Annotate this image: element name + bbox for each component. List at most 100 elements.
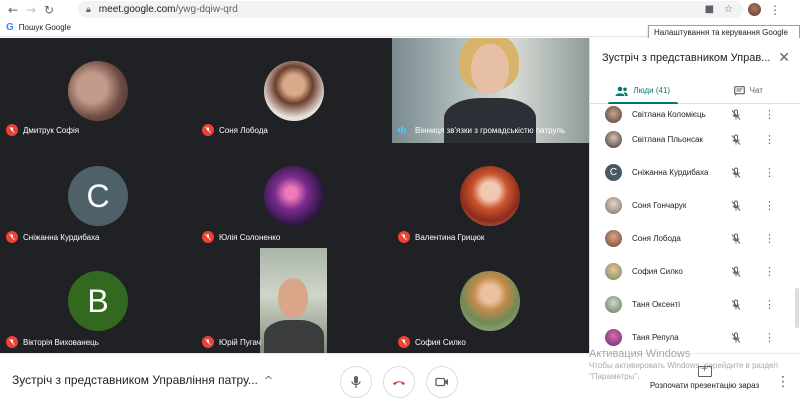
participant-avatar bbox=[460, 166, 520, 226]
video-grid: Дмитрук Софія Соня Лобода Вінниця зв'язк… bbox=[0, 38, 589, 353]
bookmark-star-icon[interactable]: ☆ bbox=[724, 4, 733, 15]
list-item[interactable]: Соня Гончарук ⋮ bbox=[590, 189, 800, 222]
mic-off-icon[interactable] bbox=[730, 299, 742, 311]
video-camera-icon bbox=[435, 377, 448, 387]
mic-off-icon[interactable] bbox=[730, 167, 742, 179]
address-bar[interactable]: 🔒︎ meet.google.com/ywg-dqiw-qrd ■ ☆ bbox=[78, 1, 743, 18]
participant-tile[interactable]: Юрій Пугач bbox=[196, 248, 392, 353]
camera-button[interactable] bbox=[426, 366, 458, 398]
end-call-button[interactable] bbox=[383, 366, 415, 398]
mic-off-icon[interactable] bbox=[730, 332, 742, 344]
participant-name: Дмитрук Софія bbox=[23, 125, 80, 135]
more-options-icon[interactable]: ⋮ bbox=[776, 374, 790, 390]
profile-avatar[interactable] bbox=[748, 3, 761, 16]
url-host: meet.google.com bbox=[98, 4, 176, 15]
mic-off-icon[interactable] bbox=[730, 109, 742, 121]
more-options-icon[interactable]: ⋮ bbox=[764, 108, 775, 121]
participant-avatar bbox=[264, 61, 324, 121]
present-label: Розпочати презентацію зараз bbox=[650, 381, 760, 390]
mic-off-icon bbox=[398, 336, 410, 348]
person-name: Таня Оксенті bbox=[632, 300, 681, 309]
mic-off-icon bbox=[6, 231, 18, 243]
list-item[interactable]: Таня Оксенті ⋮ bbox=[590, 288, 800, 321]
participant-video bbox=[260, 248, 327, 353]
people-list-scrollbar[interactable] bbox=[795, 288, 799, 328]
meeting-details-toggle[interactable]: Зустріч з представником Управління патру… bbox=[12, 373, 273, 387]
list-item[interactable]: Соня Лобода ⋮ bbox=[590, 222, 800, 255]
person-avatar bbox=[605, 131, 622, 148]
mic-off-icon bbox=[398, 231, 410, 243]
participant-tile[interactable]: Дмитрук Софія bbox=[0, 38, 196, 143]
participant-tile[interactable]: Соня Лобода bbox=[196, 38, 392, 143]
chevron-up-icon: ^ bbox=[263, 373, 274, 387]
people-icon bbox=[615, 86, 629, 96]
more-options-icon[interactable]: ⋮ bbox=[764, 298, 775, 311]
microphone-icon bbox=[351, 376, 361, 388]
participant-name: Сніжанна Курдибаха bbox=[23, 232, 100, 242]
mic-off-icon[interactable] bbox=[730, 233, 742, 245]
more-options-icon[interactable]: ⋮ bbox=[764, 265, 775, 278]
list-item[interactable]: Таня Репула ⋮ bbox=[590, 321, 800, 353]
people-panel: Зустріч з представником Управ... ✕ Люди … bbox=[589, 38, 800, 353]
camera-icon[interactable]: ■ bbox=[705, 4, 714, 15]
person-name: Соня Гончарук bbox=[632, 201, 687, 210]
person-avatar bbox=[605, 329, 622, 346]
person-avatar bbox=[605, 230, 622, 247]
chat-icon bbox=[733, 85, 745, 96]
participant-tile[interactable]: С Сніжанна Курдибаха bbox=[0, 143, 196, 248]
participant-tile[interactable]: Юлія Солоненко bbox=[196, 143, 392, 248]
mic-off-icon[interactable] bbox=[730, 134, 742, 146]
mic-off-icon bbox=[6, 336, 18, 348]
person-name: Світлана Пльонсак bbox=[632, 135, 703, 144]
microphone-button[interactable] bbox=[340, 366, 372, 398]
list-item[interactable]: С Сніжанна Курдибаха ⋮ bbox=[590, 156, 800, 189]
list-item[interactable]: София Силко ⋮ bbox=[590, 255, 800, 288]
people-list: Світлана Коломієць ⋮ Світлана Пльонсак ⋮… bbox=[590, 98, 800, 353]
more-options-icon[interactable]: ⋮ bbox=[764, 133, 775, 146]
more-options-icon[interactable]: ⋮ bbox=[764, 232, 775, 245]
more-options-icon[interactable]: ⋮ bbox=[764, 166, 775, 179]
person-name: Світлана Коломієць bbox=[632, 110, 706, 119]
person-avatar bbox=[605, 263, 622, 280]
participant-name: Валентина Грицюк bbox=[415, 232, 485, 242]
participant-name: Соня Лобода bbox=[219, 125, 268, 135]
tab-people-label: Люди (41) bbox=[633, 86, 671, 95]
participant-name: Юлія Солоненко bbox=[219, 232, 281, 242]
participant-name: Юрій Пугач bbox=[219, 337, 261, 347]
phone-hangup-icon bbox=[393, 381, 405, 385]
mic-off-icon[interactable] bbox=[730, 200, 742, 212]
person-name: София Силко bbox=[632, 267, 683, 276]
url-path: /ywg-dqiw-qrd bbox=[175, 4, 238, 15]
participant-avatar: С bbox=[68, 166, 128, 226]
participant-tile[interactable]: В Вікторія Вихованець bbox=[0, 248, 196, 353]
lock-icon[interactable]: 🔒︎ bbox=[86, 5, 91, 15]
chrome-menu-icon[interactable]: ⋮ bbox=[769, 3, 781, 17]
person-name: Сніжанна Курдибаха bbox=[632, 168, 709, 177]
participant-name: Вікторія Вихованець bbox=[23, 337, 99, 347]
participant-avatar bbox=[264, 166, 324, 226]
meeting-controls-bar: Зустріч з представником Управління патру… bbox=[0, 353, 800, 410]
more-options-icon[interactable]: ⋮ bbox=[764, 331, 775, 344]
back-icon[interactable]: ← bbox=[4, 0, 22, 19]
person-name: Таня Репула bbox=[632, 333, 679, 342]
participant-avatar bbox=[460, 271, 520, 331]
mic-off-icon[interactable] bbox=[730, 266, 742, 278]
mic-off-icon bbox=[202, 124, 214, 136]
present-now-button[interactable]: Розпочати презентацію зараз bbox=[650, 364, 760, 390]
close-icon[interactable]: ✕ bbox=[778, 50, 790, 66]
forward-icon[interactable]: → bbox=[22, 0, 40, 19]
more-options-icon[interactable]: ⋮ bbox=[764, 199, 775, 212]
participant-tile[interactable]: София Силко bbox=[392, 248, 589, 353]
google-logo-icon: G bbox=[6, 22, 14, 33]
participant-video-tile[interactable]: Вінниця зв'язки з громадськістю патруль bbox=[392, 38, 589, 143]
participant-tile[interactable]: Валентина Грицюк bbox=[392, 143, 589, 248]
participant-avatar bbox=[68, 61, 128, 121]
bookmark-google-search[interactable]: Пошук Google bbox=[19, 23, 71, 32]
mic-off-icon bbox=[202, 231, 214, 243]
reload-icon[interactable]: ↻ bbox=[40, 0, 58, 19]
participant-name: София Силко bbox=[415, 337, 466, 347]
list-item[interactable]: Світлана Пльонсак ⋮ bbox=[590, 123, 800, 156]
speaking-indicator-icon bbox=[398, 124, 410, 136]
mic-off-icon bbox=[6, 124, 18, 136]
person-avatar bbox=[605, 106, 622, 123]
